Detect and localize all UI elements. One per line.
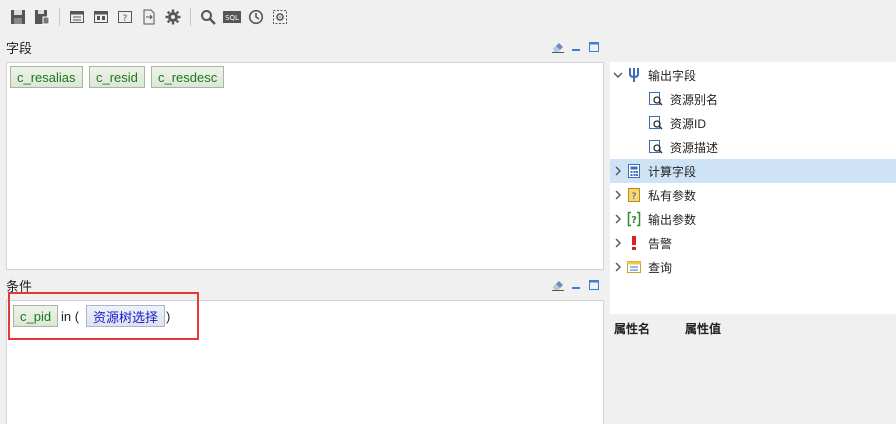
tree-item-query[interactable]: 查询 <box>610 255 896 279</box>
chevron-right-icon[interactable] <box>610 214 626 224</box>
maximize-icon[interactable] <box>588 279 600 291</box>
field-icon <box>648 91 664 107</box>
field-tree: 输出字段 资源别名 资源ID 资源描述 计算字段 ? 私有参数 ? 输出参数 告… <box>610 62 896 314</box>
svg-text:?: ? <box>631 215 637 226</box>
tree-item-resid[interactable]: 资源ID <box>610 111 896 135</box>
minimize-icon[interactable] <box>570 41 582 53</box>
tree-item-alert[interactable]: 告警 <box>610 231 896 255</box>
save-as-icon[interactable] <box>32 7 52 27</box>
tree-item-label: 私有参数 <box>648 188 697 203</box>
sql-icon-label: SQL <box>225 14 239 22</box>
tree-item-resalias[interactable]: 资源别名 <box>610 87 896 111</box>
field-icon <box>648 115 664 131</box>
fields-section-title: 字段 <box>6 40 33 56</box>
property-value-column: 属性值 <box>685 322 722 336</box>
field-token-resalias[interactable]: c_resalias <box>10 66 83 88</box>
chevron-right-icon[interactable] <box>610 166 626 176</box>
tree-item-output-params[interactable]: ? 输出参数 <box>610 207 896 231</box>
chevron-right-icon[interactable] <box>610 238 626 248</box>
tree-item-label: 计算字段 <box>648 164 697 179</box>
fork-icon <box>626 67 642 83</box>
clock-icon[interactable] <box>246 7 266 27</box>
tree-item-label: 输出字段 <box>648 68 697 83</box>
tree-item-label: 查询 <box>648 260 673 275</box>
tree-item-private-params[interactable]: ? 私有参数 <box>610 183 896 207</box>
tree-item-calculated-fields[interactable]: 计算字段 <box>610 159 896 183</box>
private-param-icon: ? <box>626 187 642 203</box>
tree-item-output-fields[interactable]: 输出字段 <box>610 63 896 87</box>
alert-icon <box>626 235 642 251</box>
toolbar-separator <box>190 8 191 26</box>
property-name-column: 属性名 <box>614 322 651 336</box>
tree-item-label: 资源别名 <box>670 92 719 107</box>
settings-frame-icon[interactable] <box>270 7 290 27</box>
output-param-icon: ? <box>626 211 642 227</box>
calculator-icon <box>626 163 642 179</box>
svg-text:?: ? <box>632 192 637 202</box>
fields-panel[interactable]: c_resalias c_resid c_resdesc <box>6 62 604 270</box>
save-icon[interactable] <box>8 7 28 27</box>
tree-item-resdesc[interactable]: 资源描述 <box>610 135 896 159</box>
export-icon[interactable] <box>139 7 159 27</box>
table-icon[interactable] <box>67 7 87 27</box>
query-icon <box>626 259 642 275</box>
sql-icon[interactable]: SQL <box>222 7 242 27</box>
fields-section-header: 字段 <box>0 34 608 60</box>
field-token-resdesc[interactable]: c_resdesc <box>151 66 225 88</box>
chevron-right-icon[interactable] <box>610 262 626 272</box>
minimize-icon[interactable] <box>570 279 582 291</box>
properties-body <box>610 338 896 424</box>
search-icon[interactable] <box>198 7 218 27</box>
chevron-down-icon[interactable] <box>610 70 626 80</box>
toolbar-separator <box>59 8 60 26</box>
right-panel: 输出字段 资源别名 资源ID 资源描述 计算字段 ? 私有参数 ? 输出参数 告… <box>610 62 896 424</box>
editor-area: 字段 c_resalias c_resid c_resdesc 条件 c_pid… <box>0 34 608 424</box>
tree-item-label: 资源描述 <box>670 140 719 155</box>
properties-header: 属性名 属性值 <box>610 314 896 337</box>
maximize-icon[interactable] <box>588 41 600 53</box>
highlight-box <box>8 292 199 340</box>
chevron-right-icon[interactable] <box>610 190 626 200</box>
gear-icon[interactable] <box>163 7 183 27</box>
tree-item-label: 告警 <box>648 236 673 251</box>
parameter-icon[interactable]: ? <box>115 7 135 27</box>
field-icon <box>648 139 664 155</box>
tree-item-label: 输出参数 <box>648 212 697 227</box>
eraser-icon[interactable] <box>552 279 564 291</box>
table-alt-icon[interactable] <box>91 7 111 27</box>
svg-text:?: ? <box>123 14 128 24</box>
field-token-resid[interactable]: c_resid <box>89 66 145 88</box>
tree-item-label: 资源ID <box>670 116 707 131</box>
eraser-icon[interactable] <box>552 41 564 53</box>
toolbar: ? SQL <box>0 0 896 34</box>
